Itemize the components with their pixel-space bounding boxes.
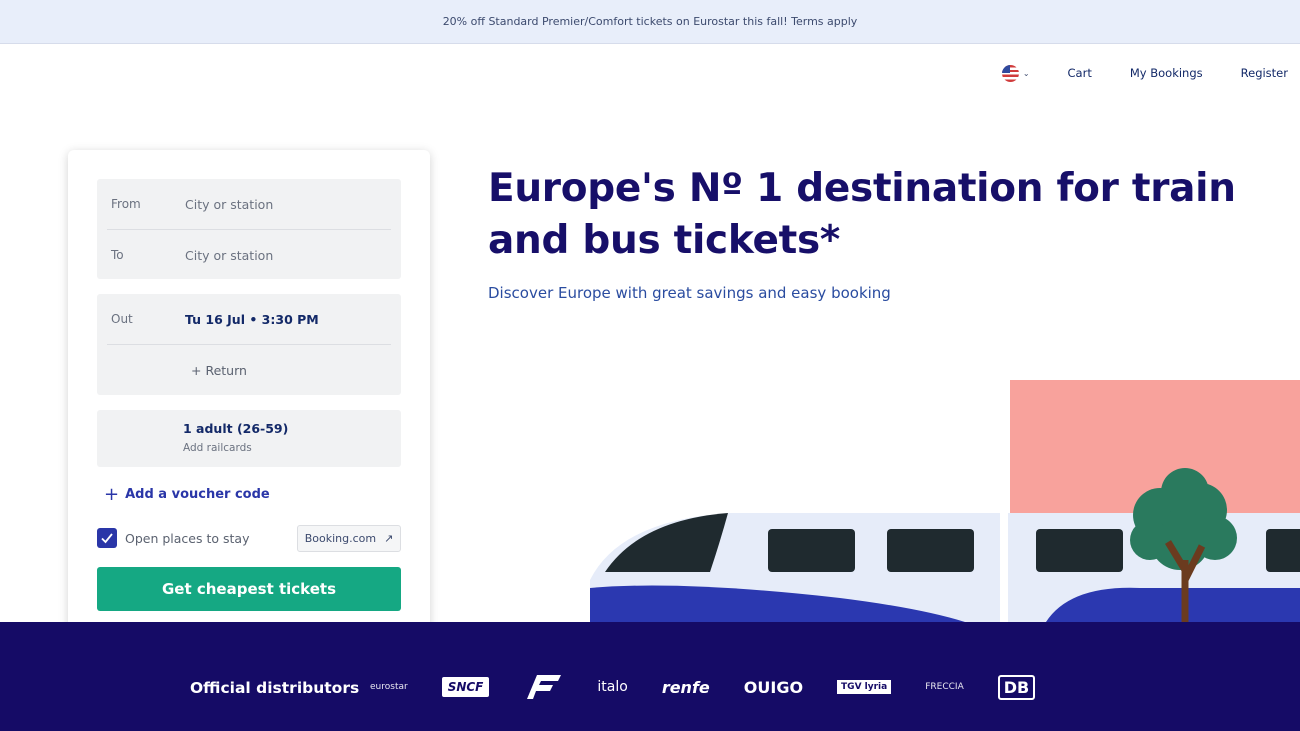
to-field[interactable]: To City or station (97, 230, 401, 280)
train-window (768, 529, 855, 572)
checkmark-icon (101, 533, 113, 544)
us-flag-icon (1001, 64, 1019, 82)
cart-link[interactable]: Cart (1068, 66, 1092, 80)
dates-group: Out Tu 16 Jul • 3:30 PM + Return (97, 294, 401, 395)
tgv-lyria-logo: TGV lyria (837, 680, 892, 694)
get-cheapest-tickets-button[interactable]: Get cheapest tickets (97, 567, 401, 611)
hero-subtitle: Discover Europe with great savings and e… (488, 284, 891, 302)
to-input[interactable]: City or station (185, 248, 273, 263)
italo-logo: italo (597, 679, 628, 695)
from-input[interactable]: City or station (185, 197, 273, 212)
distributor-logos: eurostar SNCF italo renfe OUIGO TGV lyri… (370, 667, 1069, 707)
from-label: From (111, 197, 141, 211)
train-window (1266, 529, 1300, 572)
out-date-field[interactable]: Out Tu 16 Jul • 3:30 PM (97, 294, 401, 344)
train-window (1036, 529, 1123, 572)
train-window (887, 529, 974, 572)
sncf-logo: SNCF (441, 677, 490, 697)
my-bookings-link[interactable]: My Bookings (1130, 66, 1203, 80)
voucher-label: Add a voucher code (125, 487, 270, 502)
train-windshield (605, 513, 728, 572)
passengers-field[interactable]: 1 adult (26-59) Add railcards (97, 410, 401, 467)
places-to-stay-label: Open places to stay (125, 530, 250, 546)
top-nav: ⌄ Cart My Bookings Register (1001, 62, 1288, 84)
add-railcards-link[interactable]: Add railcards (183, 442, 252, 454)
promo-banner[interactable]: 20% off Standard Premier/Comfort tickets… (0, 0, 1300, 44)
register-link[interactable]: Register (1241, 66, 1288, 80)
renfe-logo: renfe (661, 677, 710, 697)
fs-logo (523, 673, 563, 701)
eurostar-logo: eurostar (370, 682, 408, 692)
add-voucher-button[interactable]: + Add a voucher code (104, 483, 270, 505)
ouigo-logo: OUIGO (743, 677, 804, 697)
out-date-value[interactable]: Tu 16 Jul • 3:30 PM (185, 312, 319, 327)
promo-text[interactable]: 20% off Standard Premier/Comfort tickets… (443, 15, 858, 28)
route-group: From City or station To City or station (97, 179, 401, 279)
train-illustration (590, 380, 1300, 622)
return-field[interactable]: + Return (97, 345, 401, 395)
out-label: Out (111, 312, 133, 326)
passengers-value[interactable]: 1 adult (26-59) (183, 421, 288, 436)
language-selector[interactable]: ⌄ (1001, 64, 1030, 82)
hero-title: Europe's Nº 1 destination for train and … (488, 166, 1236, 263)
places-to-stay-checkbox[interactable] (97, 528, 117, 548)
chevron-down-icon: ⌄ (1022, 68, 1030, 78)
frecciarossa-logo: FRECCIA (925, 682, 964, 692)
official-distributors-label: Official distributors (190, 679, 360, 697)
places-to-stay-option[interactable]: Open places to stay (97, 528, 249, 548)
add-return-button[interactable]: + Return (191, 363, 247, 378)
from-field[interactable]: From City or station (97, 179, 401, 229)
booking-com-link[interactable]: Booking.com ↗ (297, 525, 401, 552)
booking-com-label: Booking.com (304, 532, 377, 545)
db-logo: DB (997, 674, 1036, 700)
to-label: To (111, 248, 124, 262)
search-form: From City or station To City or station … (68, 150, 430, 638)
external-link-icon: ↗ (384, 532, 394, 545)
plus-icon: + (104, 483, 120, 505)
